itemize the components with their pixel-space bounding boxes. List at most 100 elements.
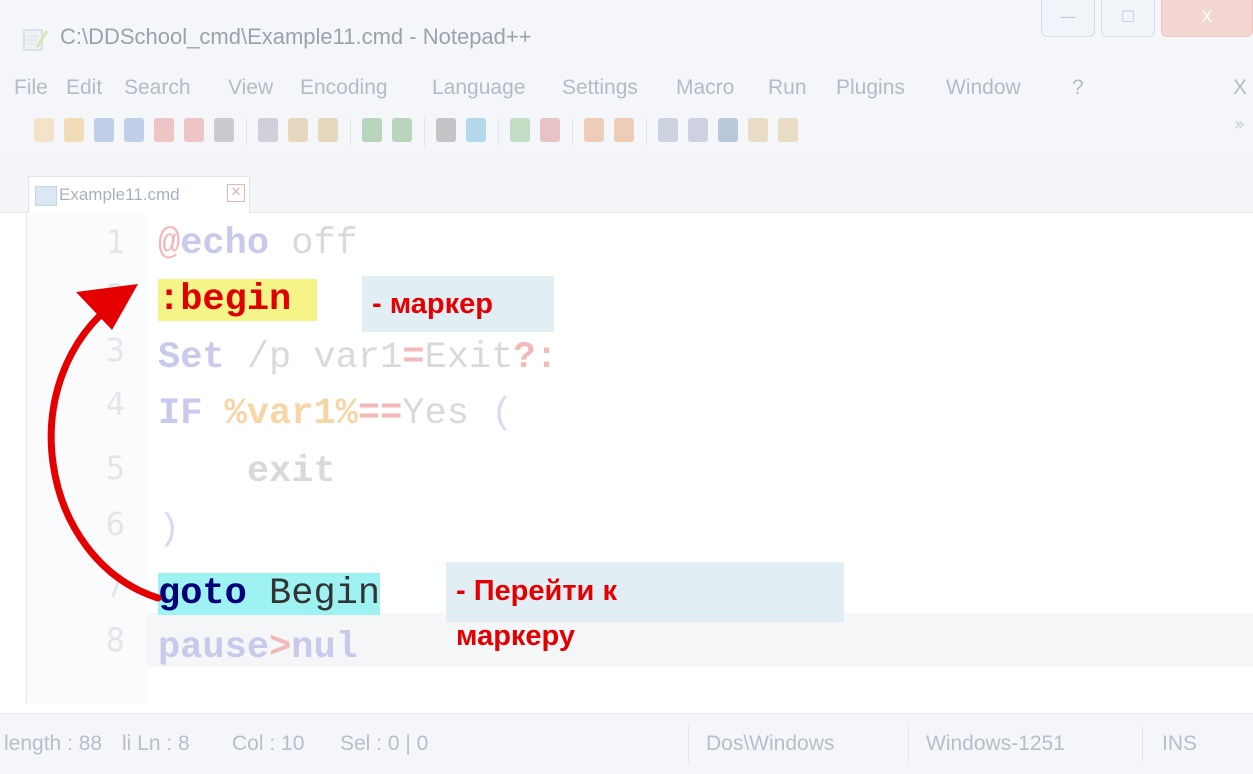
window-controls: — ☐ X	[1035, 0, 1253, 40]
code-token: Begin	[246, 573, 381, 615]
code-token: exit	[246, 451, 336, 493]
tab-example11[interactable]: Example11.cmd ✕	[28, 176, 250, 213]
minimize-button[interactable]: —	[1041, 0, 1095, 37]
code-line[interactable]: goto Begin	[158, 570, 381, 618]
code-line[interactable]: )	[158, 506, 180, 554]
menu-macro[interactable]: Macro	[676, 76, 734, 100]
status-selection: Sel : 0 | 0	[340, 732, 429, 755]
indent-guide-icon[interactable]	[718, 118, 738, 142]
code-token: IF	[158, 393, 203, 435]
line-number-gutter: 1 2 3 4 5 6 7 8	[27, 213, 147, 703]
menu-run[interactable]: Run	[768, 76, 807, 100]
doc-map-icon[interactable]	[748, 118, 768, 142]
code-line-content: goto Begin	[158, 573, 381, 615]
paste-icon[interactable]	[318, 118, 338, 142]
toolbar-separator	[646, 118, 647, 146]
line-number: 8	[105, 621, 125, 659]
code-token: @	[158, 223, 181, 265]
show-all-chars-icon[interactable]	[688, 118, 708, 142]
copy-icon[interactable]	[288, 118, 308, 142]
code-token: nul	[291, 627, 358, 669]
close-file-icon[interactable]	[154, 118, 174, 142]
code-line[interactable]: @echo off	[158, 220, 358, 268]
save-icon[interactable]	[94, 118, 114, 142]
menu-plugins[interactable]: Plugins	[836, 76, 905, 100]
line-number: 3	[105, 331, 125, 369]
word-wrap-icon[interactable]	[658, 118, 678, 142]
toolbar: »	[0, 106, 1253, 156]
code-line[interactable]: Set /p var1=Exit?:	[158, 334, 558, 382]
save-all-icon[interactable]	[124, 118, 144, 142]
menu-help[interactable]: ?	[1072, 76, 1084, 100]
menu-encoding[interactable]: Encoding	[300, 76, 388, 100]
sync-horizontal-icon[interactable]	[614, 118, 634, 142]
menu-settings[interactable]: Settings	[562, 76, 638, 100]
code-token: pause	[158, 627, 270, 669]
find-icon[interactable]	[436, 118, 456, 142]
code-line-content: IF %var1%==Yes (	[158, 393, 513, 435]
tab-bar: Example11.cmd ✕	[0, 156, 1253, 213]
code-line[interactable]: pause>nul	[158, 624, 358, 672]
line-number: 1	[105, 223, 125, 261]
status-length: length : 88	[4, 732, 103, 755]
replace-icon[interactable]	[466, 118, 486, 142]
marker-callout: - маркер	[362, 276, 554, 332]
code-line-content: )	[158, 509, 180, 551]
code-token: echo	[180, 223, 270, 265]
status-eol[interactable]: Dos\Windows	[706, 732, 834, 756]
notepad-plus-plus-icon	[23, 29, 48, 51]
close-all-icon[interactable]	[184, 118, 204, 142]
code-token: off	[269, 223, 358, 265]
open-file-icon[interactable]	[64, 118, 84, 142]
new-file-icon[interactable]	[34, 118, 54, 142]
print-icon[interactable]	[214, 118, 234, 142]
code-token: =	[402, 337, 425, 379]
code-line-content: Set /p var1=Exit?:	[158, 337, 558, 379]
menu-window[interactable]: Window	[946, 76, 1021, 100]
function-list-icon[interactable]	[778, 118, 798, 142]
status-encoding[interactable]: Windows-1251	[926, 732, 1065, 756]
marker-callout-text: - маркер	[372, 288, 493, 320]
menu-search[interactable]: Search	[124, 76, 191, 100]
maximize-button[interactable]: ☐	[1101, 0, 1155, 37]
code-line-content: @echo off	[158, 223, 358, 265]
close-button[interactable]: X	[1161, 0, 1253, 37]
sync-vertical-icon[interactable]	[584, 118, 604, 142]
tab-close-icon[interactable]: ✕	[227, 184, 245, 202]
menu-language[interactable]: Language	[432, 76, 525, 100]
window-title: C:\DDSchool_cmd\Example11.cmd - Notepad+…	[60, 24, 532, 49]
line-number: 4	[105, 385, 125, 423]
menu-bar: File Edit Search View Encoding Language …	[0, 70, 1253, 106]
saved-file-icon	[35, 186, 57, 206]
status-bar: length : 88 li Ln : 8 Col : 10 Sel : 0 |…	[0, 713, 1253, 774]
toolbar-overflow-button[interactable]: »	[1234, 114, 1245, 135]
cut-icon[interactable]	[258, 118, 278, 142]
line-number: 6	[105, 505, 125, 543]
toolbar-separator	[498, 118, 499, 146]
menu-view[interactable]: View	[228, 76, 273, 100]
undo-icon[interactable]	[362, 118, 382, 142]
code-token: %var1%	[224, 393, 358, 435]
code-token: >	[269, 627, 292, 669]
goto-callout-text-line2: маркеру	[456, 620, 576, 652]
menu-edit[interactable]: Edit	[66, 76, 102, 100]
toolbar-separator	[572, 118, 573, 146]
zoom-out-icon[interactable]	[540, 118, 560, 142]
redo-icon[interactable]	[392, 118, 412, 142]
menu-file[interactable]: File	[14, 76, 48, 100]
status-separator	[908, 726, 909, 762]
code-line-content: pause>nul	[158, 627, 358, 669]
code-line[interactable]: :begin	[158, 276, 318, 324]
goto-callout: - Перейти к	[446, 562, 844, 622]
zoom-in-icon[interactable]	[510, 118, 530, 142]
code-line-content: :begin	[158, 279, 318, 321]
code-line[interactable]: exit	[158, 448, 336, 496]
code-line[interactable]: IF %var1%==Yes (	[158, 390, 513, 438]
code-token: )	[158, 509, 181, 551]
code-token: ?:	[513, 337, 558, 379]
close-document-button[interactable]: X	[1233, 76, 1247, 100]
code-token: Yes	[402, 393, 469, 435]
toolbar-separator	[246, 118, 247, 146]
